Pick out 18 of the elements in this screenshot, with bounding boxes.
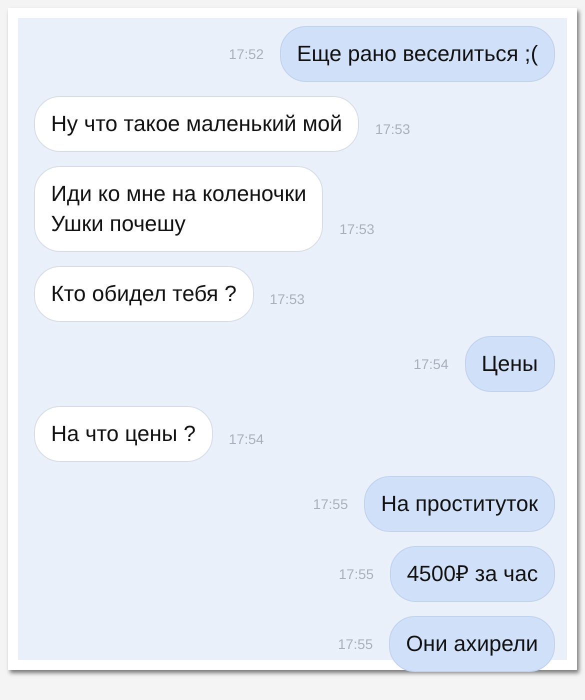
- message-bubble: Они ахирели: [388, 616, 555, 672]
- message-time: 17:55: [338, 565, 374, 584]
- message-bubble: Цены: [464, 336, 555, 392]
- message-time: 17:54: [413, 355, 449, 374]
- message-bubble: На проституток: [364, 476, 555, 532]
- message-bubble: Кто обидел тебя ?: [34, 266, 254, 322]
- message-time: 17:54: [228, 430, 264, 449]
- message-time: 17:52: [228, 45, 264, 64]
- message-time: 17:53: [339, 220, 374, 239]
- message-bubble: Ну что такое маленький мой: [34, 96, 360, 152]
- message-bubble: 4500₽ за час: [390, 546, 555, 602]
- message-time: 17:53: [270, 290, 305, 309]
- message-bubble: На что цены ?: [34, 406, 213, 462]
- message-bubble: Еще рано веселиться ;(: [280, 26, 555, 82]
- message-time: 17:55: [338, 635, 373, 654]
- message-bubble: Иди ко мне на коленочки Ушки почешу: [34, 166, 324, 252]
- message-time: 17:53: [375, 120, 410, 139]
- message-time: 17:55: [312, 495, 348, 514]
